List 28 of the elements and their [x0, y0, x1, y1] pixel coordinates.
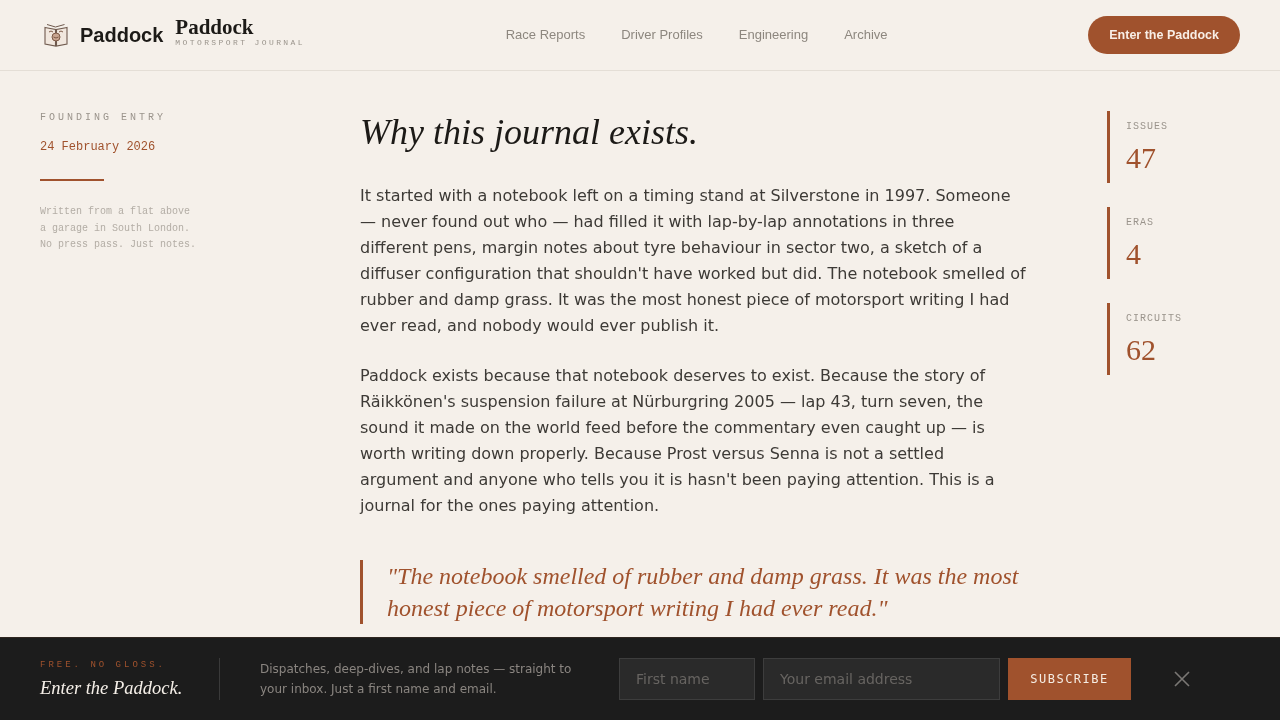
article-paragraph: It started with a notebook left on a timing stand at Silverstone in 1997. Someone — never found out who — had filled it with lap-by-lap annotations in three different pens, margin notes about tyre behaviour in sector two, a sketch of a diffuser configuration that shouldn't have worked but did. The notebook smelled of rubber and damp grass. It was the most honest piece of motorsport writing I had ever read, and nobody would ever publish it. — [360, 185, 1027, 337]
nav-link[interactable]: Race Reports — [505, 25, 586, 45]
masthead-title: Paddock — [175, 16, 255, 39]
newsletter-eyebrow: FREE. NO GLOSS. — [40, 659, 167, 671]
close-icon — [1174, 671, 1190, 687]
article-title: Why this journal exists. — [360, 111, 699, 154]
stat-value: 62 — [1126, 333, 1157, 367]
nav-link[interactable]: Archive — [844, 25, 888, 45]
stat-label: ERAS — [1126, 216, 1155, 230]
nav-link[interactable]: Engineering — [738, 25, 809, 45]
subscribe-button[interactable]: SUBSCRIBE — [1008, 658, 1131, 700]
article-paragraph: Paddock exists because that notebook deserves to exist. Because the story of Räikkönen's suspension failure at Nürburgring 2005 — lap 43, turn seven, the sound it made on the world feed before the commentary even caught up — is worth writing down properly. Because Prost versus Senna is not a settled argument and anyone who tells you it is hasn't been paying attention. This is a journal for the ones paying attention. — [360, 365, 996, 517]
brand-name: Paddock — [80, 25, 164, 45]
stat-label: CIRCUITS — [1126, 312, 1183, 326]
stat-value: 47 — [1126, 141, 1157, 175]
masthead-subtitle: MOTORSPORT JOURNAL — [175, 38, 305, 48]
stat-value: 4 — [1126, 237, 1142, 271]
stat-label: ISSUES — [1126, 120, 1169, 134]
email-field[interactable]: Your email address — [763, 658, 1000, 700]
name-field[interactable]: First name — [619, 658, 755, 700]
enter-button[interactable]: Enter the Paddock — [1088, 16, 1240, 54]
entry-label: FOUNDING ENTRY — [40, 111, 167, 125]
newsletter-description: Dispatches, deep-dives, and lap notes — straight to your inbox. Just a first name and email. — [260, 661, 573, 698]
entry-date: 24 February 2026 — [40, 139, 157, 155]
nav-link[interactable]: Driver Profiles — [621, 25, 703, 45]
pull-quote: "The notebook smelled of rubber and damp grass. It was the most honest piece of motorsport writing I had ever read." — [360, 560, 1027, 624]
author-note: Written from a flat above a garage in South London. No press pass. Just notes. — [40, 205, 198, 252]
book-icon — [44, 23, 68, 47]
